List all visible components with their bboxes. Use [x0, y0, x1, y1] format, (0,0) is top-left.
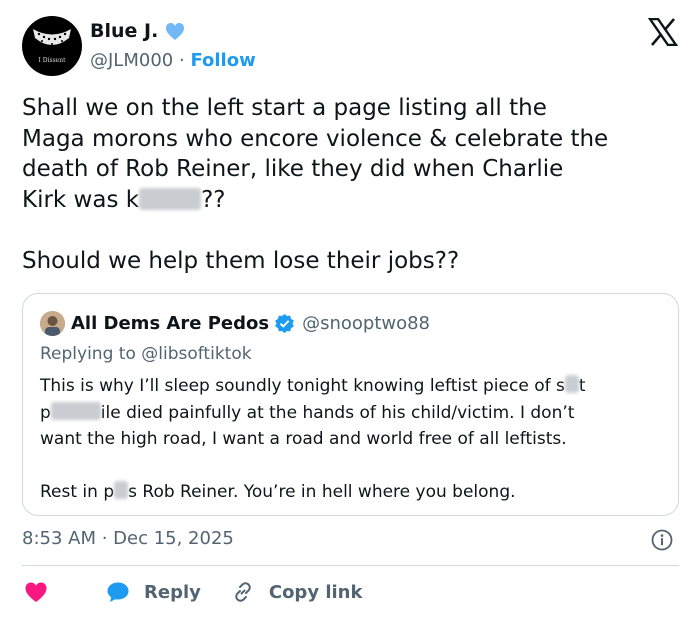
divider	[22, 565, 679, 566]
tweet-timestamp[interactable]: 8:53 AM · Dec 15, 2025	[22, 528, 234, 549]
heart-icon	[25, 582, 47, 602]
reply-button[interactable]: Reply	[106, 581, 201, 603]
link-icon	[235, 582, 251, 602]
collar-logo-icon	[33, 29, 71, 45]
quoted-tweet[interactable]: All Dems Are Pedos @snooptwo88 Replying …	[22, 293, 679, 516]
censor-blur	[50, 401, 101, 420]
verified-badge-icon	[275, 313, 294, 334]
author-name[interactable]: Blue J.	[90, 20, 158, 42]
quoted-text-a: This is why I’ll sleep soundly tonight k…	[40, 376, 565, 396]
quoted-author-name[interactable]: All Dems Are Pedos	[71, 313, 269, 334]
reply-label: Reply	[144, 581, 201, 603]
avatar-caption: I Dissent	[38, 57, 66, 64]
x-logo-icon[interactable]	[648, 18, 678, 46]
replying-to: Replying to @libsoftiktok	[40, 344, 252, 364]
censor-blur	[114, 481, 129, 499]
follow-button[interactable]: Follow	[190, 50, 255, 71]
quoted-author-handle[interactable]: @snooptwo88	[302, 313, 430, 334]
copy-link-button[interactable]: Copy link	[231, 580, 363, 604]
info-icon[interactable]	[651, 529, 673, 551]
tweet-text-part1: Shall we on the left start a page listin…	[22, 95, 609, 213]
quoted-tweet-header: All Dems Are Pedos @snooptwo88	[40, 311, 430, 336]
author-name-row: Blue J.	[90, 20, 186, 42]
quoted-avatar-image-icon	[40, 311, 65, 336]
verified-badge-icon	[166, 23, 185, 40]
author-avatar[interactable]: I Dissent	[22, 16, 82, 76]
quoted-tweet-text: This is why I’ll sleep soundly tonight k…	[40, 373, 665, 506]
reply-bubble-icon	[107, 582, 129, 602]
censor-blur	[139, 187, 202, 210]
action-bar: Reply Copy link	[24, 578, 392, 606]
author-handle-row: @JLM000 · Follow	[90, 50, 256, 71]
quoted-author-avatar[interactable]	[40, 311, 65, 336]
like-button[interactable]	[24, 581, 48, 603]
separator-dot: ·	[178, 50, 185, 71]
copy-link-label: Copy link	[268, 581, 363, 603]
author-handle[interactable]: @JLM000	[90, 50, 173, 71]
quoted-text-d: s Rob Reiner. You’re in hell where you b…	[128, 482, 516, 502]
tweet-header: I Dissent Blue J. @JLM000 · Follow	[22, 14, 682, 76]
censor-blur	[564, 375, 579, 393]
tweet-text: Shall we on the left start a page listin…	[22, 93, 682, 276]
